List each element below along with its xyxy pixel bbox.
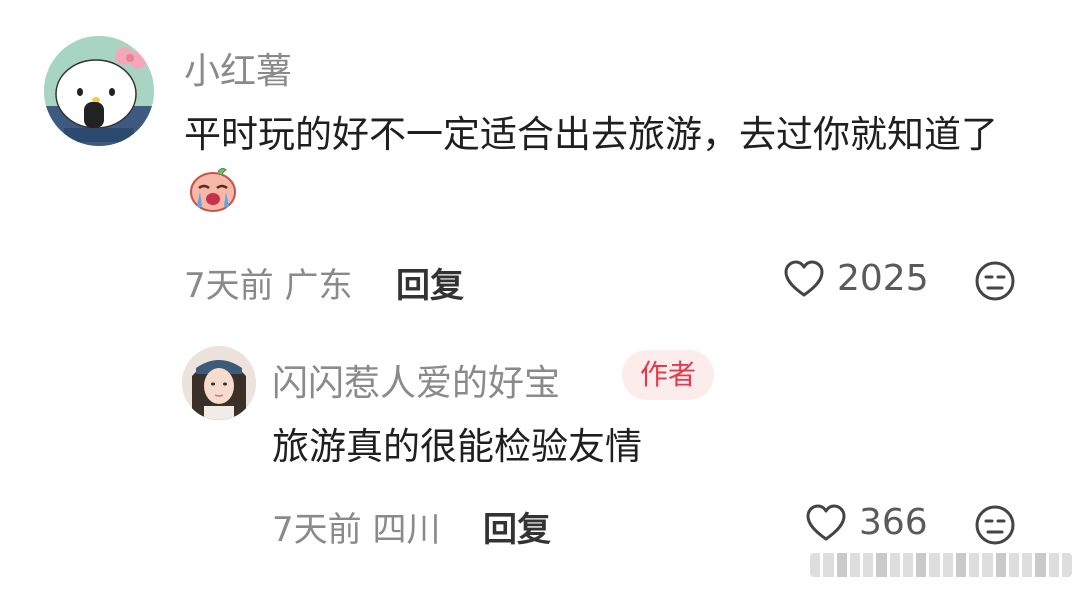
like-count: 366 xyxy=(859,502,928,543)
reply-button[interactable]: 回复 xyxy=(483,502,551,551)
author-badge: 作者 xyxy=(622,350,715,400)
comment-location: 广东 xyxy=(284,266,353,306)
heart-icon xyxy=(806,504,846,540)
dislike-button[interactable] xyxy=(974,260,1016,306)
hello-kitty-avatar-icon xyxy=(44,36,154,146)
neutral-face-icon xyxy=(975,261,1015,301)
avatar[interactable] xyxy=(182,346,256,420)
neutral-face-icon xyxy=(975,505,1015,545)
comment-meta: 7天前 广东 xyxy=(184,258,352,307)
like-count: 2025 xyxy=(837,258,929,299)
dislike-button[interactable] xyxy=(974,504,1016,550)
like-button[interactable]: 366 xyxy=(805,502,928,543)
reply-content: 旅游真的很能检验友情 xyxy=(272,425,642,468)
reply-button[interactable]: 回复 xyxy=(396,258,464,307)
comment-username[interactable]: 小红薯 xyxy=(184,42,292,94)
watermark-bar xyxy=(810,553,1072,577)
comment-time: 7天前 xyxy=(184,266,274,306)
heart-icon xyxy=(784,260,824,296)
reply-meta: 7天前 四川 xyxy=(272,502,440,551)
reply-time: 7天前 xyxy=(272,510,362,550)
reply-username[interactable]: 闪闪惹人爱的好宝 xyxy=(272,354,560,406)
reply-location: 四川 xyxy=(372,510,441,550)
comment-text: 平时玩的好不一定适合出去旅游，去过你就知道了 xyxy=(184,113,998,156)
crying-face-emoji-icon xyxy=(188,166,238,231)
girl-portrait-avatar-icon xyxy=(182,346,256,420)
like-button[interactable]: 2025 xyxy=(783,258,929,299)
comment-content: 平时玩的好不一定适合出去旅游，去过你就知道了 xyxy=(184,104,1044,231)
avatar[interactable] xyxy=(44,36,154,146)
